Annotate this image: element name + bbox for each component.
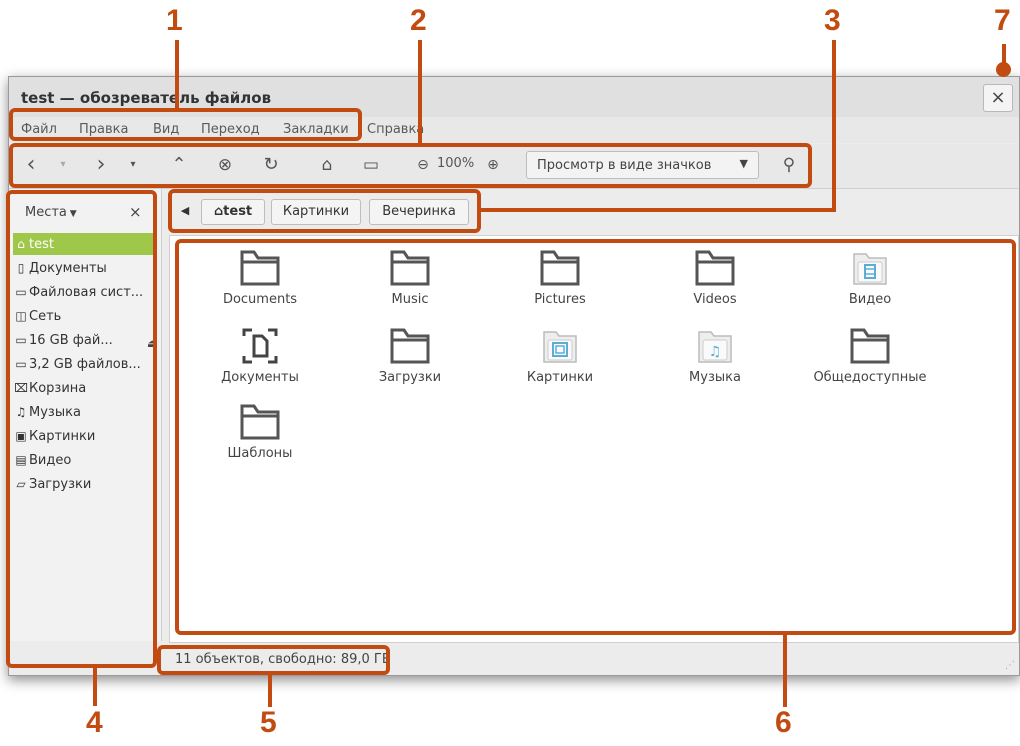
callout-line-1 bbox=[175, 40, 179, 110]
callout-box-content bbox=[175, 239, 1016, 635]
callout-box-status bbox=[157, 645, 390, 675]
close-window-button[interactable]: × bbox=[983, 84, 1013, 112]
resize-grip-icon[interactable]: ⋰ bbox=[1005, 660, 1015, 671]
callout-box-toolbar bbox=[9, 143, 812, 188]
callout-number-4: 4 bbox=[86, 706, 103, 739]
callout-number-1: 1 bbox=[166, 4, 183, 37]
callout-line-4 bbox=[93, 668, 97, 706]
callout-line-2 bbox=[418, 40, 422, 145]
callout-number-7: 7 bbox=[994, 4, 1011, 37]
callout-line-6 bbox=[783, 635, 787, 707]
callout-box-menu bbox=[9, 108, 362, 141]
callout-number-5: 5 bbox=[260, 706, 277, 739]
callout-line-3-horizontal bbox=[480, 208, 836, 212]
callout-number-3: 3 bbox=[824, 4, 841, 37]
callout-number-6: 6 bbox=[775, 706, 792, 739]
callout-box-pathbar bbox=[168, 189, 481, 233]
callout-line-5 bbox=[268, 675, 272, 707]
callout-line-3 bbox=[832, 40, 836, 212]
callout-number-2: 2 bbox=[410, 4, 427, 37]
window-title: test — обозреватель файлов bbox=[21, 89, 272, 107]
menu-help[interactable]: Справка bbox=[367, 122, 424, 137]
callout-dot-7 bbox=[996, 62, 1011, 77]
callout-box-sidebar bbox=[6, 190, 157, 668]
